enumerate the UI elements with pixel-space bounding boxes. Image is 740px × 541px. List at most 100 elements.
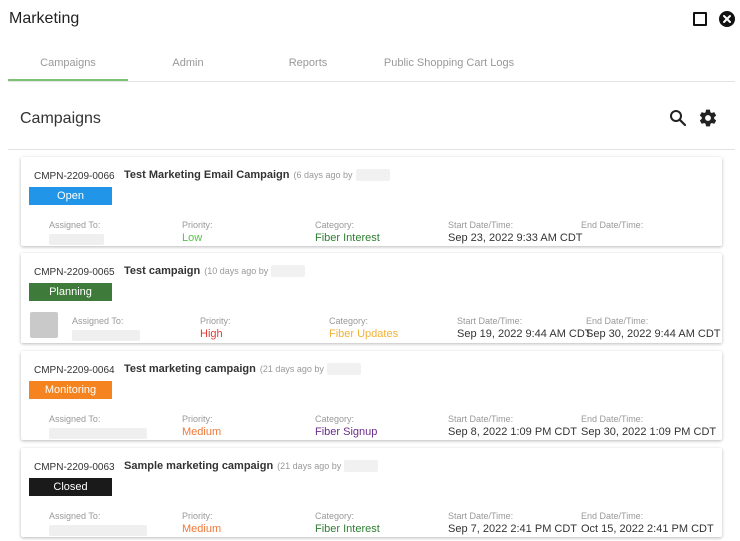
status-badge: Planning: [29, 283, 112, 301]
redacted-assignee: [49, 525, 147, 536]
start-date-label: Start Date/Time:: [457, 316, 523, 326]
redacted-author: [355, 169, 390, 182]
avatar: [30, 312, 58, 338]
campaign-card[interactable]: CMPN-2209-0064 Test marketing campaign (2…: [21, 351, 722, 440]
start-date-label: Start Date/Time:: [448, 414, 514, 424]
campaign-card[interactable]: CMPN-2209-0065 Test campaign (10 days ago…: [21, 253, 722, 343]
category-field: Category: Fiber Interest: [315, 511, 380, 535]
status-badge: Monitoring: [29, 381, 112, 399]
category-label: Category:: [315, 414, 355, 424]
start-date-field: Start Date/Time: Sep 19, 2022 9:44 AM CD…: [457, 316, 592, 340]
status-badge: Closed: [29, 478, 112, 496]
campaign-title-text[interactable]: Test marketing campaign: [124, 363, 256, 375]
end-date-value: Oct 15, 2022 2:41 PM CDT: [581, 523, 714, 535]
category-value: Fiber Interest: [315, 523, 380, 535]
redacted-author: [326, 363, 361, 376]
priority-label: Priority:: [182, 220, 213, 230]
campaign-meta: (21 days ago by: [277, 461, 342, 471]
tab-public-shopping-cart-logs[interactable]: Public Shopping Cart Logs: [368, 46, 530, 81]
assigned-to-field: Assigned To:: [49, 220, 104, 245]
end-date-field: End Date/Time: Oct 15, 2022 2:41 PM CDT: [581, 511, 714, 535]
maximize-icon[interactable]: [693, 12, 707, 26]
priority-value: Medium: [182, 426, 222, 438]
redacted-author: [344, 460, 379, 473]
priority-label: Priority:: [182, 511, 213, 521]
campaign-title-text[interactable]: Test Marketing Email Campaign: [124, 169, 289, 181]
redacted-author: [271, 265, 306, 278]
assigned-to-field: Assigned To:: [72, 316, 140, 341]
priority-field: Priority: Medium: [182, 414, 221, 438]
campaign-title-text[interactable]: Test campaign: [124, 265, 200, 277]
category-field: Category: Fiber Interest: [315, 220, 380, 244]
end-date-value: Sep 30, 2022 9:44 AM CDT: [586, 328, 721, 340]
redacted-assignee: [49, 234, 104, 245]
assigned-to-label: Assigned To:: [72, 316, 124, 326]
window-title: Marketing: [9, 10, 80, 27]
campaign-id: CMPN-2209-0063: [34, 462, 115, 473]
campaign-title[interactable]: Test marketing campaign (21 days ago by: [124, 363, 361, 376]
campaign-card[interactable]: CMPN-2209-0063 Sample marketing campaign…: [21, 448, 722, 537]
priority-value: High: [200, 328, 223, 340]
end-date-label: End Date/Time:: [581, 414, 644, 424]
end-date-label: End Date/Time:: [581, 220, 644, 230]
end-date-label: End Date/Time:: [581, 511, 644, 521]
campaign-title[interactable]: Sample marketing campaign (21 days ago by: [124, 460, 379, 473]
priority-label: Priority:: [182, 414, 213, 424]
redacted-assignee: [49, 428, 147, 439]
campaign-title[interactable]: Test campaign (10 days ago by: [124, 265, 306, 278]
campaign-id: CMPN-2209-0066: [34, 171, 115, 182]
end-date-field: End Date/Time: Sep 30, 2022 9:44 AM CDT: [586, 316, 721, 340]
assigned-to-label: Assigned To:: [49, 220, 101, 230]
priority-field: Priority: Low: [182, 220, 213, 244]
priority-value: Medium: [182, 523, 222, 535]
start-date-value: Sep 19, 2022 9:44 AM CDT: [457, 328, 592, 340]
priority-field: Priority: High: [200, 316, 231, 340]
search-icon[interactable]: [669, 109, 687, 127]
redacted-assignee: [72, 330, 140, 341]
category-field: Category: Fiber Signup: [315, 414, 377, 438]
category-field: Category: Fiber Updates: [329, 316, 398, 340]
category-label: Category:: [315, 511, 355, 521]
campaign-id: CMPN-2209-0065: [34, 267, 115, 278]
start-date-field: Start Date/Time: Sep 8, 2022 1:09 PM CDT: [448, 414, 577, 438]
status-badge: Open: [29, 187, 112, 205]
tab-admin[interactable]: Admin: [128, 46, 248, 81]
start-date-label: Start Date/Time:: [448, 511, 514, 521]
marketing-window: Marketing Campaigns Admin Reports Public…: [0, 0, 740, 541]
end-date-value: Sep 30, 2022 1:09 PM CDT: [581, 426, 717, 438]
title-bar: Marketing: [0, 0, 740, 38]
start-date-value: Sep 8, 2022 1:09 PM CDT: [448, 426, 578, 438]
priority-value: Low: [182, 232, 203, 244]
gear-icon[interactable]: [698, 108, 718, 128]
category-label: Category:: [329, 316, 369, 326]
start-date-value: Sep 7, 2022 2:41 PM CDT: [448, 523, 578, 535]
category-value: Fiber Updates: [329, 328, 399, 340]
assigned-to-label: Assigned To:: [49, 511, 101, 521]
category-label: Category:: [315, 220, 355, 230]
tab-reports[interactable]: Reports: [248, 46, 368, 81]
start-date-field: Start Date/Time: Sep 23, 2022 9:33 AM CD…: [448, 220, 583, 244]
close-icon[interactable]: [719, 11, 735, 27]
assigned-to-label: Assigned To:: [49, 414, 101, 424]
end-date-field: End Date/Time: Sep 30, 2022 1:09 PM CDT: [581, 414, 716, 438]
assigned-to-field: Assigned To:: [49, 414, 147, 439]
start-date-label: Start Date/Time:: [448, 220, 514, 230]
end-date-label: End Date/Time:: [586, 316, 649, 326]
start-date-value: Sep 23, 2022 9:33 AM CDT: [448, 232, 583, 244]
assigned-to-field: Assigned To:: [49, 511, 147, 536]
campaign-title[interactable]: Test Marketing Email Campaign (6 days ago…: [124, 169, 390, 182]
campaign-card[interactable]: CMPN-2209-0066 Test Marketing Email Camp…: [21, 157, 722, 246]
campaigns-header: Campaigns: [8, 96, 735, 150]
campaign-id: CMPN-2209-0064: [34, 365, 115, 376]
category-value: Fiber Interest: [315, 232, 380, 244]
category-value: Fiber Signup: [315, 426, 378, 438]
end-date-field: End Date/Time:: [581, 220, 643, 232]
campaign-meta: (21 days ago by: [259, 364, 324, 374]
tab-campaigns[interactable]: Campaigns: [8, 46, 128, 81]
priority-label: Priority:: [200, 316, 231, 326]
tab-bar: Campaigns Admin Reports Public Shopping …: [8, 46, 735, 82]
campaign-meta: (10 days ago by: [204, 266, 269, 276]
section-title: Campaigns: [20, 110, 101, 127]
campaign-title-text[interactable]: Sample marketing campaign: [124, 460, 273, 472]
priority-field: Priority: Medium: [182, 511, 221, 535]
